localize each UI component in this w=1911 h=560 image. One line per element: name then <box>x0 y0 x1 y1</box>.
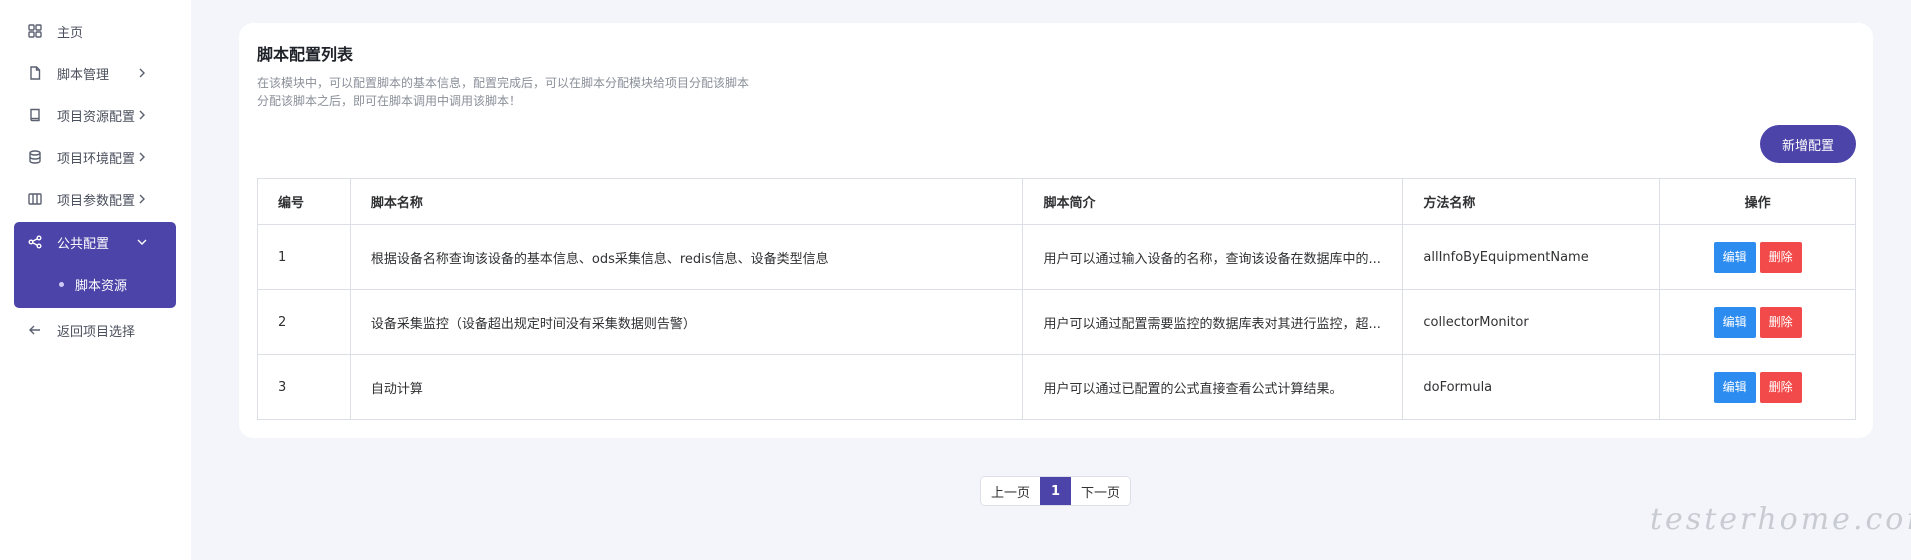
cell-name: 设备采集监控（设备超出规定时间没有采集数据则告警） <box>349 289 1024 355</box>
edit-button[interactable]: 编辑 <box>1713 306 1756 338</box>
cell-id: 3 <box>257 354 351 420</box>
cell-id: 2 <box>257 289 351 355</box>
table-row: 3 自动计算 用户可以通过已配置的公式直接查看公式计算结果。 doFormula… <box>257 354 1856 420</box>
script-config-table: 编号 脚本名称 脚本简介 方法名称 操作 1 根据设备名称查询该设备的基本信息、… <box>257 178 1856 420</box>
grid-icon <box>27 23 43 39</box>
table-header-row: 编号 脚本名称 脚本简介 方法名称 操作 <box>257 178 1856 225</box>
sidebar-item-project-parameters[interactable]: 项目参数配置 <box>14 179 176 219</box>
pagination: 上一页 1 下一页 <box>980 476 1132 506</box>
sidebar-item-label: 返回项目选择 <box>57 324 136 340</box>
delete-button[interactable]: 删除 <box>1759 241 1802 273</box>
script-config-card: 脚本配置列表 在该模块中，可以配置脚本的基本信息，配置完成后，可以在脚本分配模块… <box>239 23 1873 438</box>
table-row: 2 设备采集监控（设备超出规定时间没有采集数据则告警） 用户可以通过配置需要监控… <box>257 289 1856 355</box>
sidebar-item-project-environment[interactable]: 项目环境配置 <box>14 137 176 177</box>
chevron-down-icon <box>136 236 148 248</box>
sidebar-item-back-to-projects[interactable]: 返回项目选择 <box>14 310 176 350</box>
column-header-name: 脚本名称 <box>349 178 1024 225</box>
file-icon <box>27 65 43 81</box>
cell-name: 自动计算 <box>349 354 1024 420</box>
sidebar-item-label: 公共配置 <box>57 236 110 252</box>
watermark: testerhome.com <box>1650 502 1911 537</box>
cell-intro: 用户可以通过输入设备的名称，查询该设备在数据库中的... <box>1022 224 1404 290</box>
cell-actions: 编辑 删除 <box>1659 289 1856 355</box>
sidebar-subitem-label: 脚本资源 <box>75 278 128 294</box>
columns-icon <box>27 191 43 207</box>
delete-button[interactable]: 删除 <box>1759 371 1802 403</box>
sidebar: 主页 脚本管理 项目资源配置 项目环境配置 项目参数配置 公共配置 脚本资源 返… <box>0 0 191 560</box>
page-title: 脚本配置列表 <box>257 45 354 64</box>
book-icon <box>27 107 43 123</box>
edit-button[interactable]: 编辑 <box>1713 371 1756 403</box>
sidebar-item-label: 项目资源配置 <box>57 109 136 125</box>
sidebar-item-project-resources[interactable]: 项目资源配置 <box>14 95 176 135</box>
prev-page-button[interactable]: 上一页 <box>981 477 1041 505</box>
column-header-method: 方法名称 <box>1402 178 1661 225</box>
sidebar-item-home[interactable]: 主页 <box>14 11 176 51</box>
arrow-left-icon <box>27 322 43 338</box>
chevron-right-icon <box>136 193 148 205</box>
next-page-button[interactable]: 下一页 <box>1071 477 1131 505</box>
column-header-intro: 脚本简介 <box>1022 178 1404 225</box>
edit-button[interactable]: 编辑 <box>1713 241 1756 273</box>
column-header-id: 编号 <box>257 178 351 225</box>
chevron-right-icon <box>136 151 148 163</box>
cell-name: 根据设备名称查询该设备的基本信息、ods采集信息、redis信息、设备类型信息 <box>349 224 1024 290</box>
cell-intro: 用户可以通过已配置的公式直接查看公式计算结果。 <box>1022 354 1404 420</box>
sidebar-item-label: 项目环境配置 <box>57 151 136 167</box>
share-icon <box>27 234 43 250</box>
column-header-actions: 操作 <box>1659 178 1856 225</box>
database-icon <box>27 149 43 165</box>
cell-actions: 编辑 删除 <box>1659 224 1856 290</box>
page-description: 在该模块中，可以配置脚本的基本信息，配置完成后，可以在脚本分配模块给项目分配该脚… <box>257 74 749 110</box>
cell-actions: 编辑 删除 <box>1659 354 1856 420</box>
bullet-dot-icon <box>59 281 64 287</box>
cell-intro: 用户可以通过配置需要监控的数据库表对其进行监控，超... <box>1022 289 1404 355</box>
cell-method: allInfoByEquipmentName <box>1402 224 1661 290</box>
sidebar-group-public-config: 公共配置 脚本资源 <box>14 222 176 308</box>
delete-button[interactable]: 删除 <box>1759 306 1802 338</box>
sidebar-item-public-config[interactable]: 公共配置 <box>14 222 176 262</box>
cell-method: doFormula <box>1402 354 1661 420</box>
sidebar-subitem-script-resources[interactable]: 脚本资源 <box>14 266 176 302</box>
page-number-current[interactable]: 1 <box>1040 477 1072 505</box>
sidebar-item-label: 项目参数配置 <box>57 193 136 209</box>
chevron-right-icon <box>136 67 148 79</box>
sidebar-item-script-management[interactable]: 脚本管理 <box>14 53 176 93</box>
cell-method: collectorMonitor <box>1402 289 1661 355</box>
sidebar-item-label: 脚本管理 <box>57 67 110 83</box>
add-config-button[interactable]: 新增配置 <box>1760 125 1856 163</box>
chevron-right-icon <box>136 109 148 121</box>
description-line: 在该模块中，可以配置脚本的基本信息，配置完成后，可以在脚本分配模块给项目分配该脚… <box>257 76 750 90</box>
description-line: 分配该脚本之后，即可在脚本调用中调用该脚本！ <box>257 94 522 108</box>
sidebar-item-label: 主页 <box>57 25 84 41</box>
cell-id: 1 <box>257 224 351 290</box>
table-row: 1 根据设备名称查询该设备的基本信息、ods采集信息、redis信息、设备类型信… <box>257 224 1856 290</box>
